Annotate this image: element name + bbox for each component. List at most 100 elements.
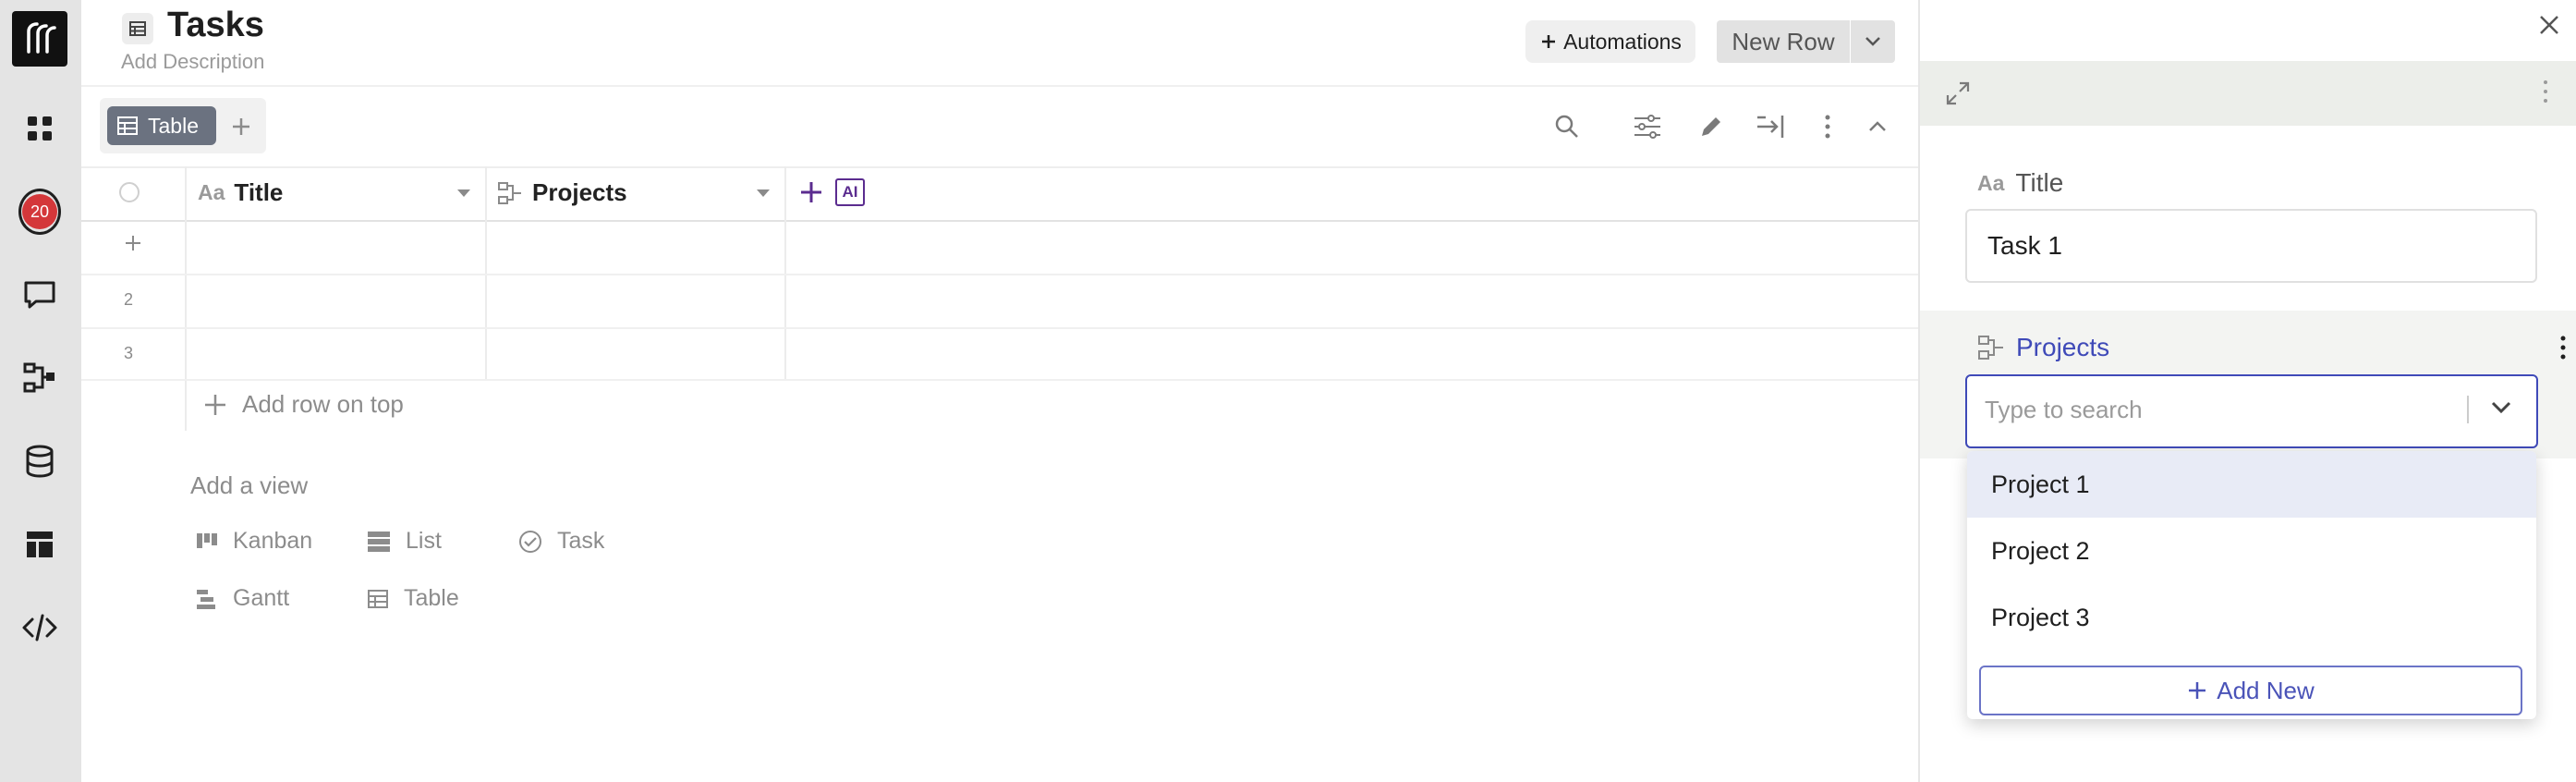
column-header-title[interactable]: Aa Title <box>198 178 283 207</box>
column-projects-label: Projects <box>532 178 627 206</box>
page-title: Tasks <box>167 6 264 44</box>
expand-icon <box>1946 81 1970 105</box>
add-row-inline-button[interactable] <box>124 234 142 252</box>
column-title-label: Title <box>234 178 284 206</box>
close-icon <box>2540 16 2558 34</box>
add-view-gantt[interactable]: Gantt <box>196 585 289 612</box>
text-aa-icon: Aa <box>1977 170 2005 195</box>
chevron-down-icon <box>2491 401 2511 414</box>
add-view-list-label: List <box>406 528 442 554</box>
title-field[interactable]: Task 1 <box>1965 209 2537 283</box>
add-view-task[interactable]: Task <box>518 528 604 555</box>
more-vertical-icon <box>2560 336 2566 360</box>
projects-field-more-button[interactable] <box>2559 335 2567 360</box>
edit-button[interactable] <box>1693 108 1730 145</box>
sliders-icon <box>1634 115 1660 139</box>
export-button[interactable] <box>1752 108 1789 145</box>
notification-count: 20 <box>22 194 57 229</box>
add-description[interactable]: Add Description <box>121 50 264 74</box>
more-vertical-icon <box>1825 115 1830 139</box>
add-view-table[interactable]: Table <box>367 585 459 612</box>
plus-icon <box>2189 682 2206 699</box>
automations-label: Automations <box>1563 29 1682 54</box>
collapse-button[interactable] <box>1859 108 1896 145</box>
new-row-button[interactable]: New Row <box>1717 20 1850 63</box>
dropdown-option[interactable]: Project 3 <box>1967 584 2536 651</box>
projects-field-label: Projects <box>1977 333 2109 362</box>
view-tab-label: Table <box>148 113 199 138</box>
plus-icon <box>126 236 140 250</box>
table-icon <box>122 13 153 44</box>
column-header-projects[interactable]: Projects <box>497 178 627 207</box>
table-icon <box>117 116 138 135</box>
add-new-label: Add New <box>2217 676 2315 704</box>
ai-column-button[interactable]: AI <box>835 178 865 206</box>
check-circle-icon <box>519 530 541 553</box>
code-icon[interactable] <box>18 606 61 649</box>
column-projects-menu[interactable] <box>756 189 771 198</box>
app-logo[interactable] <box>12 11 67 67</box>
automations-button[interactable]: Automations <box>1525 20 1695 63</box>
list-icon <box>368 531 390 552</box>
caret-down-icon <box>757 189 770 197</box>
layout-icon[interactable] <box>18 523 61 566</box>
more-vertical-icon <box>2544 80 2547 103</box>
grid-header <box>81 166 1920 222</box>
notifications-badge[interactable]: 20 <box>18 189 61 235</box>
row-divider <box>81 327 1920 329</box>
grid-apps-icon[interactable] <box>18 107 61 150</box>
header-divider <box>81 85 1918 87</box>
link-icon <box>498 181 521 204</box>
add-column-button[interactable] <box>798 179 824 205</box>
add-view-button[interactable] <box>224 109 259 144</box>
select-all-checkbox[interactable] <box>119 182 140 202</box>
chevron-down-icon <box>1865 37 1880 46</box>
add-new-project-button[interactable]: Add New <box>1979 666 2522 715</box>
workflow-icon[interactable] <box>18 357 61 399</box>
panel-toolbar <box>1920 61 2576 126</box>
search-divider <box>2467 396 2469 423</box>
search-button[interactable] <box>1549 108 1586 145</box>
add-view-list[interactable]: List <box>367 528 442 555</box>
pencil-icon <box>1702 117 1720 136</box>
text-aa-icon: Aa <box>198 180 225 204</box>
search-icon <box>1555 115 1578 138</box>
row-divider <box>81 379 1920 381</box>
table-icon <box>368 589 388 608</box>
row-number: 3 <box>124 344 134 362</box>
title-field-label: Aa Title <box>1977 168 2063 198</box>
link-icon <box>1978 336 2003 360</box>
dropdown-option[interactable]: Project 1 <box>1967 451 2536 518</box>
chevron-up-icon <box>1869 121 1886 131</box>
more-options-button[interactable] <box>1809 108 1846 145</box>
plus-icon <box>233 118 249 135</box>
dropdown-option[interactable]: Project 2 <box>1967 518 2536 584</box>
panel-more-button[interactable] <box>2542 79 2549 104</box>
column-title-menu[interactable] <box>456 189 471 198</box>
row-divider <box>81 274 1920 275</box>
kanban-icon <box>197 532 217 548</box>
view-tab-table[interactable]: Table <box>107 106 216 145</box>
grid-divider <box>185 166 187 431</box>
plus-icon <box>205 394 225 415</box>
plus-icon <box>1542 35 1556 48</box>
add-view-heading: Add a view <box>190 471 309 499</box>
add-row-on-top-button[interactable]: Add row on top <box>203 390 404 419</box>
add-view-kanban[interactable]: Kanban <box>196 528 312 555</box>
caret-down-icon <box>457 189 470 197</box>
app-root: 20 Tasks Add Description Automations New… <box>0 0 2576 782</box>
chat-icon[interactable] <box>18 274 61 316</box>
plus-icon <box>801 182 821 202</box>
database-icon[interactable] <box>18 440 61 483</box>
add-view-table-label: Table <box>404 585 459 611</box>
add-row-on-top-label: Add row on top <box>242 390 404 418</box>
expand-panel-button[interactable] <box>1944 79 1972 107</box>
new-row-dropdown[interactable] <box>1851 20 1895 63</box>
add-view-task-label: Task <box>557 528 605 554</box>
projects-field-text: Projects <box>2016 333 2110 361</box>
close-panel-button[interactable] <box>2537 13 2561 37</box>
filter-button[interactable] <box>1629 108 1666 145</box>
gantt-icon <box>197 589 215 609</box>
projects-dropdown-toggle[interactable] <box>2489 399 2513 416</box>
search-placeholder: Type to search <box>1985 396 2143 423</box>
